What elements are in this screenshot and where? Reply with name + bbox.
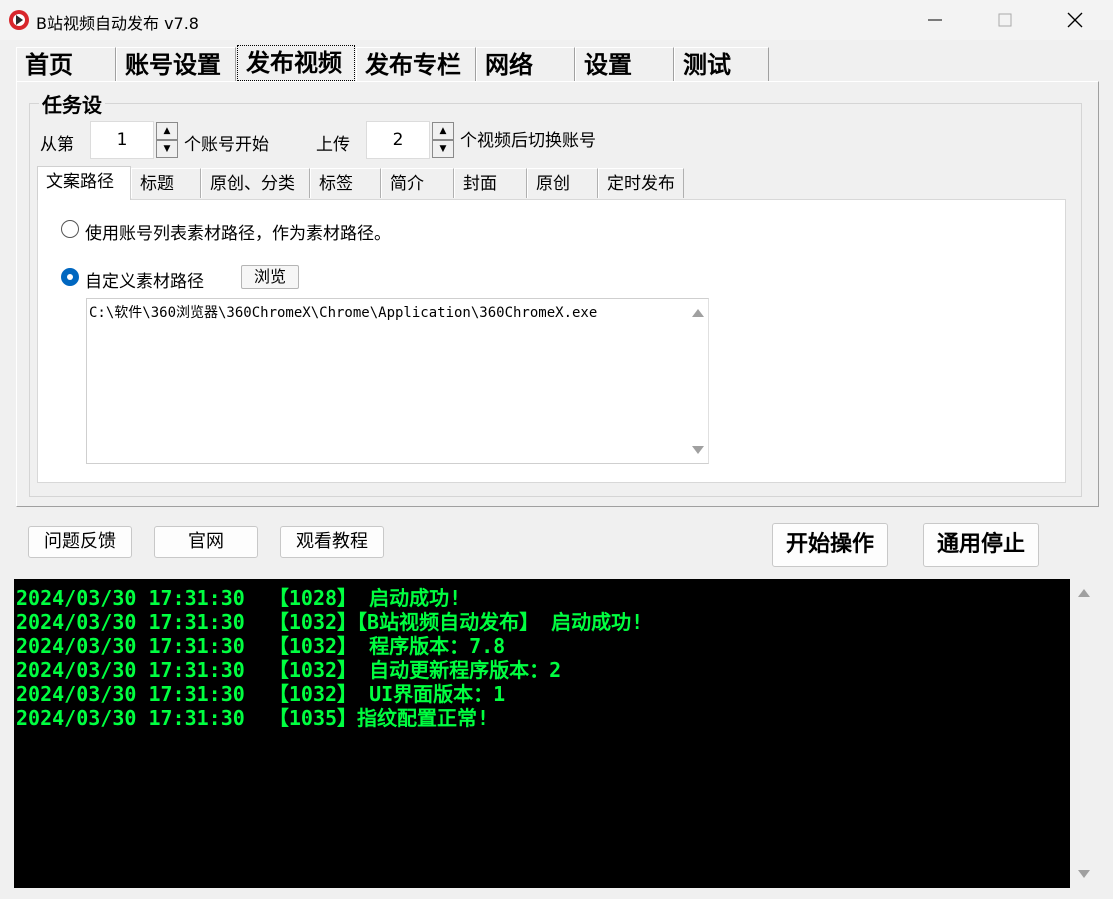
tab-account-settings[interactable]: 账号设置: [116, 47, 236, 81]
option-use-account-list: 使用账号列表素材路径，作为素材路径。: [85, 224, 391, 244]
tab-home[interactable]: 首页: [16, 47, 116, 81]
tab-settings[interactable]: 设置: [575, 47, 674, 81]
subtab-copy-path[interactable]: 文案路径: [37, 166, 131, 200]
upload-count-stepper[interactable]: 2 ▲ ▼: [366, 121, 456, 159]
path-textarea[interactable]: C:\软件\360浏览器\360ChromeX\Chrome\Applicati…: [86, 298, 709, 464]
scroll-up-icon[interactable]: [692, 309, 704, 317]
subtab-original-category[interactable]: 原创、分类: [201, 168, 310, 198]
subtab-intro[interactable]: 简介: [381, 168, 454, 198]
tutorial-button[interactable]: 观看教程: [280, 526, 384, 558]
website-button[interactable]: 官网: [154, 526, 258, 558]
subtab-tags[interactable]: 标签: [310, 168, 381, 198]
maximize-icon: [998, 13, 1012, 27]
from-label: 从第: [40, 135, 74, 155]
upload-suffix-label: 个视频后切换账号: [460, 131, 596, 151]
subtab-scheduled-publish[interactable]: 定时发布: [598, 168, 684, 198]
stop-button[interactable]: 通用停止: [923, 523, 1039, 567]
title-bar: B站视频自动发布 v7.8: [0, 0, 1113, 40]
tab-network[interactable]: 网络: [476, 47, 575, 81]
maximize-button[interactable]: [982, 0, 1028, 40]
scroll-up-icon[interactable]: [1078, 589, 1090, 597]
subtab-title[interactable]: 标题: [131, 168, 201, 198]
start-button[interactable]: 开始操作: [772, 523, 888, 567]
browse-button[interactable]: 浏览: [241, 265, 299, 289]
start-suffix-label: 个账号开始: [184, 135, 269, 155]
subtab-cover[interactable]: 封面: [454, 168, 527, 198]
path-value[interactable]: C:\软件\360浏览器\360ChromeX\Chrome\Applicati…: [89, 302, 597, 322]
tab-test[interactable]: 测试: [674, 47, 769, 81]
spin-down-icon[interactable]: ▼: [432, 140, 454, 158]
spin-up-icon[interactable]: ▲: [156, 122, 178, 140]
log-scrollbar[interactable]: [1070, 579, 1098, 888]
task-settings-title: 任务设: [39, 89, 105, 118]
scroll-down-icon[interactable]: [1078, 870, 1090, 878]
start-account-value[interactable]: 1: [90, 121, 154, 159]
feedback-button[interactable]: 问题反馈: [28, 526, 132, 558]
upload-label: 上传: [316, 135, 350, 155]
option-custom-path: 自定义素材路径: [85, 272, 204, 292]
minimize-button[interactable]: [912, 0, 958, 40]
path-scrollbar[interactable]: [686, 299, 708, 463]
upload-count-value[interactable]: 2: [366, 121, 430, 159]
app-logo-icon: [9, 10, 29, 30]
close-button[interactable]: [1052, 0, 1098, 40]
radio-custom-path[interactable]: [61, 268, 79, 286]
log-line: 2024/03/30 17:31:30 【1035】指纹配置正常!: [16, 706, 490, 730]
subtab-original[interactable]: 原创: [527, 168, 598, 198]
minimize-icon: [928, 19, 942, 21]
tab-publish-video[interactable]: 发布视频: [237, 45, 355, 81]
close-icon: [1067, 12, 1083, 28]
spin-up-icon[interactable]: ▲: [432, 122, 454, 140]
window-title: B站视频自动发布 v7.8: [36, 14, 199, 33]
spin-down-icon[interactable]: ▼: [156, 140, 178, 158]
tab-publish-column[interactable]: 发布专栏: [356, 47, 476, 81]
scroll-down-icon[interactable]: [692, 446, 704, 454]
start-account-stepper[interactable]: 1 ▲ ▼: [90, 121, 180, 159]
radio-use-account-list[interactable]: [61, 220, 79, 238]
log-console[interactable]: 2024/03/30 17:31:30 【1028】 启动成功! 2024/03…: [14, 579, 1098, 888]
